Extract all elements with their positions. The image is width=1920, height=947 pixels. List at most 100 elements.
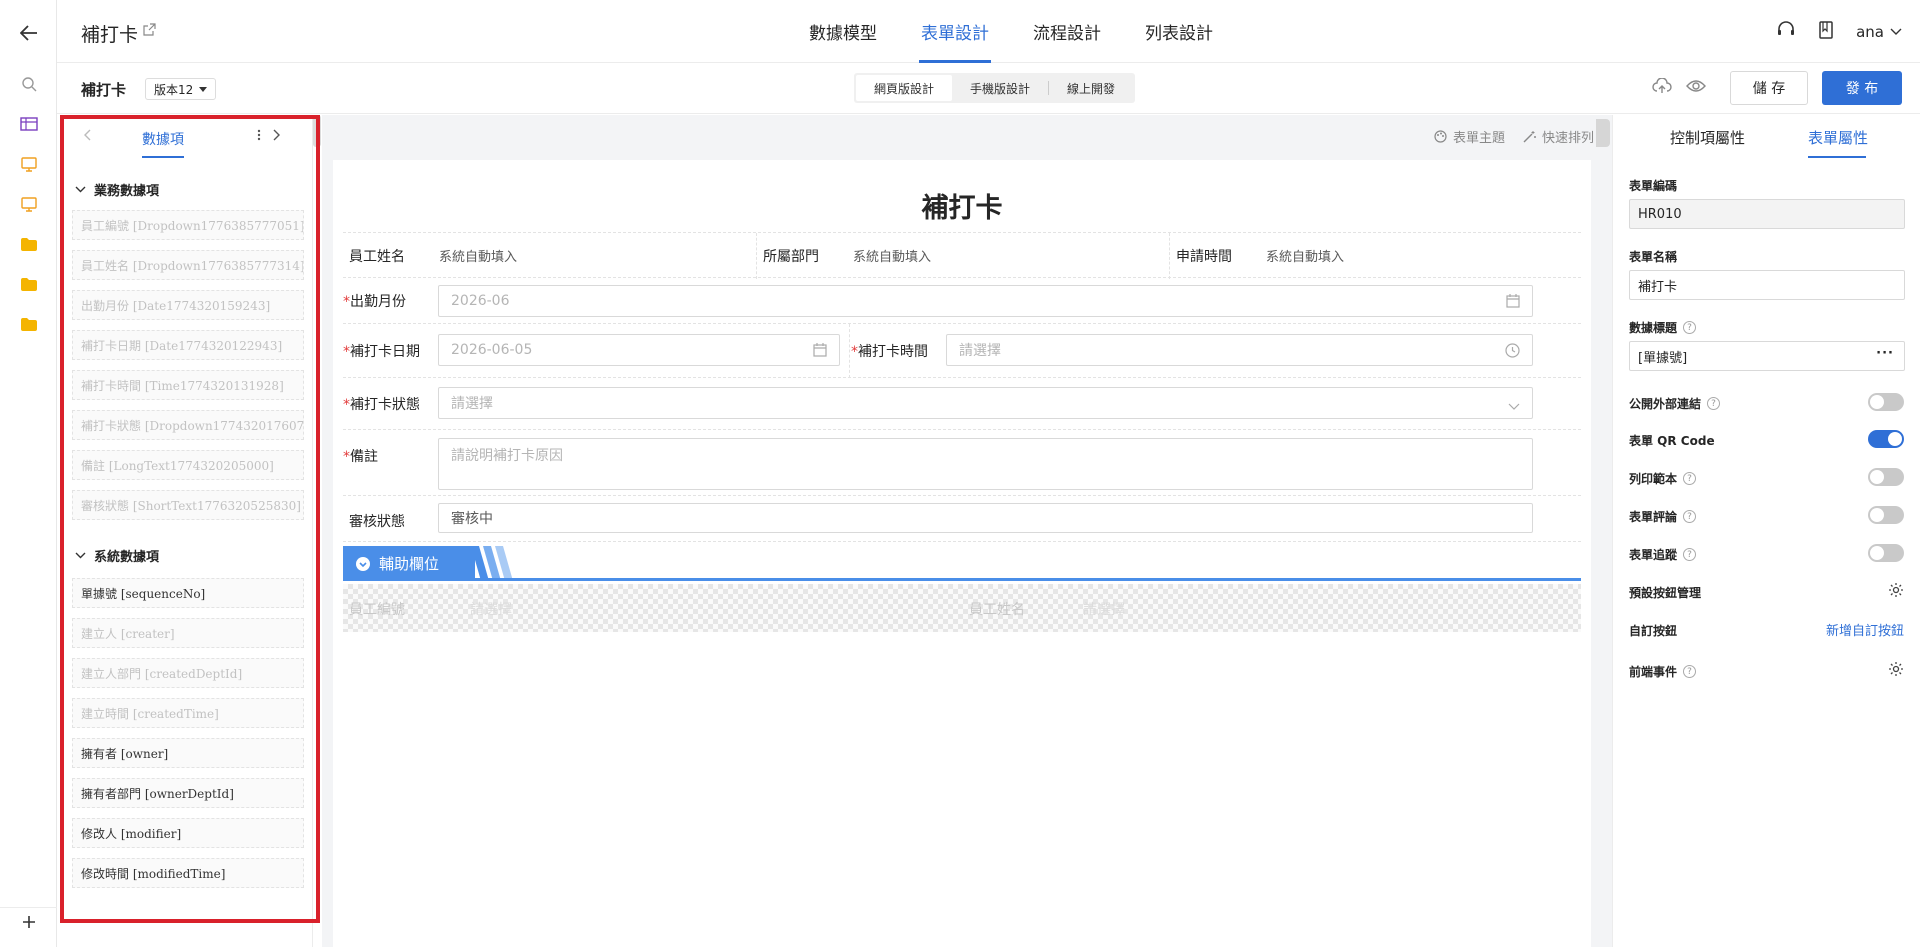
field-item[interactable]: 員工編號 [Dropdown1776385777051] [72,210,304,240]
tab-data-items[interactable]: 數據項 [142,129,184,149]
switch-print-template[interactable] [1868,468,1904,486]
gear-icon[interactable] [1888,582,1904,602]
switch-qr-code[interactable] [1868,430,1904,448]
field-item[interactable]: 出勤月份 [Date1774320159243] [72,290,304,320]
label-data-title: 數據標題 [1629,321,1678,335]
headset-icon[interactable] [1776,20,1796,44]
mode-mobile[interactable]: 手機版設計 [952,75,1048,101]
field-item[interactable]: 修改時間 [modifiedTime] [72,858,304,888]
row-auto-fields: 員工姓名 系統自動填入 所屬部門 系統自動填入 申請時間 系統自動填入 [343,232,1581,279]
toggle-label-qr-code: 表單 QR Code [1629,434,1715,448]
column-divider [756,233,757,279]
more-vertical-icon[interactable] [257,129,261,145]
form-monitor-icon[interactable] [0,150,57,178]
field-item[interactable]: 修改人 [modifier] [72,818,304,848]
back-arrow-icon[interactable] [0,19,57,47]
folder-icon-3[interactable] [0,310,57,338]
mode-online-dev[interactable]: 線上開發 [1049,75,1133,101]
form-code-input[interactable]: HR010 [1629,199,1905,229]
quick-arrange-button[interactable]: 快速排列 [1523,127,1594,146]
switch-form-tracking[interactable] [1868,544,1904,562]
label-department: 所屬部門 [763,249,819,265]
month-value: 2026-06 [451,293,510,309]
tab-form-props[interactable]: 表單屬性 [1808,127,1868,148]
publish-button[interactable]: 發 布 [1822,71,1902,105]
field-item[interactable]: 補打卡狀態 [Dropdown1774320176073] [72,410,304,440]
gear-icon[interactable] [1888,661,1904,681]
save-button[interactable]: 儲 存 [1730,71,1808,105]
field-item[interactable]: 建立人 [creater] [72,618,304,648]
switch-form-comment[interactable] [1868,506,1904,524]
section-underline [343,578,1581,581]
group-system-items[interactable]: 系統數據項 [75,546,159,565]
hidden-placeholder: 請選擇 [1083,602,1125,618]
label-month-wrap: *出勤月份 [343,291,406,311]
more-horizontal-icon[interactable]: ··· [1876,346,1894,361]
tab-flow-design[interactable]: 流程設計 [1011,0,1123,63]
remark-textarea[interactable]: 請說明補打卡原因 [438,438,1533,490]
external-link-icon[interactable] [143,23,156,40]
data-title-input[interactable]: [單據號] ··· [1629,341,1905,371]
mode-web[interactable]: 網頁版設計 [856,75,953,101]
search-icon[interactable] [0,70,57,98]
field-item[interactable]: 補打卡日期 [Date1774320122943] [72,330,304,360]
preview-eye-icon[interactable] [1686,79,1706,97]
switch-external-link[interactable] [1868,393,1904,411]
folder-icon[interactable] [0,230,57,258]
punch-status-select[interactable]: 請選擇 [438,387,1533,419]
tab-control-props[interactable]: 控制項屬性 [1670,127,1745,148]
help-icon[interactable]: ? [1683,510,1697,523]
form-monitor-icon-2[interactable] [0,190,57,218]
label-apply-time: 申請時間 [1176,249,1232,265]
label-date-wrap: *補打卡日期 [343,341,420,361]
label-review-status: 審核狀態 [349,514,405,530]
top-bar: 補打卡 數據模型 表單設計 流程設計 列表設計 ana [57,0,1920,63]
add-custom-button-link[interactable]: 新增自訂按鈕 [1826,620,1904,639]
toggle-label-external-link: 公開外部連結 [1629,397,1702,411]
panel-collapse-handle[interactable] [1596,119,1610,147]
panel-scrollbar[interactable] [313,115,321,147]
add-icon[interactable] [0,908,57,936]
section-auxiliary[interactable]: 輔助欄位 [343,546,1581,581]
help-icon[interactable]: ? [1707,397,1721,410]
field-item[interactable]: 建立人部門 [createdDeptId] [72,658,304,688]
field-item[interactable]: 備註 [LongText1774320205000] [72,450,304,480]
form-name-input[interactable]: 補打卡 [1629,270,1905,300]
active-tab-indicator [1808,156,1866,158]
help-icon[interactable]: ? [1683,321,1697,334]
tab-form-design[interactable]: 表單設計 [899,0,1011,63]
row-month: *出勤月份 2026-06 [343,278,1581,324]
month-date-input[interactable]: 2026-06 [438,285,1533,317]
review-status-input[interactable]: 審核中 [438,503,1533,533]
field-item[interactable]: 建立時間 [createdTime] [72,698,304,728]
punch-date-input[interactable]: 2026-06-05 [438,334,840,366]
field-item[interactable]: 員工姓名 [Dropdown1776385777314] [72,250,304,280]
chevron-left-icon[interactable] [83,129,91,145]
punch-time-input[interactable]: 請選擇 [946,334,1533,366]
user-menu[interactable]: ana [1856,23,1902,41]
field-item[interactable]: 補打卡時間 [Time1774320131928] [72,370,304,400]
field-item[interactable]: 擁有者部門 [ownerDeptId] [72,778,304,808]
cloud-upload-icon[interactable] [1652,77,1672,98]
book-icon[interactable] [1818,21,1834,43]
help-icon[interactable]: ? [1683,665,1697,678]
chevron-right-icon[interactable] [273,129,281,145]
value-department: 系統自動填入 [853,250,932,265]
field-item[interactable]: 單據號 [sequenceNo] [72,578,304,608]
toggle-label-form-comment: 表單評論 [1629,510,1678,524]
field-item[interactable]: 審核狀態 [ShortText1776320525830] [72,490,304,520]
help-icon[interactable]: ? [1683,472,1697,485]
sub-toolbar-actions: 儲 存 發 布 [1652,71,1902,105]
label-date: 補打卡日期 [350,344,420,360]
tab-list-design[interactable]: 列表設計 [1123,0,1235,63]
hidden-placeholder: 請選擇 [470,602,512,618]
group-business-items[interactable]: 業務數據項 [75,180,159,199]
hidden-fields-row[interactable]: 員工編號 請選擇 員工姓名 請選擇 [343,584,1581,632]
form-theme-button[interactable]: 表單主題 [1434,127,1505,146]
help-icon[interactable]: ? [1683,548,1697,561]
folder-icon-2[interactable] [0,270,57,298]
table-icon[interactable] [0,110,57,138]
field-item[interactable]: 擁有者 [owner] [72,738,304,768]
version-select[interactable]: 版本12 [145,78,217,100]
tab-data-model[interactable]: 數據模型 [787,0,899,63]
